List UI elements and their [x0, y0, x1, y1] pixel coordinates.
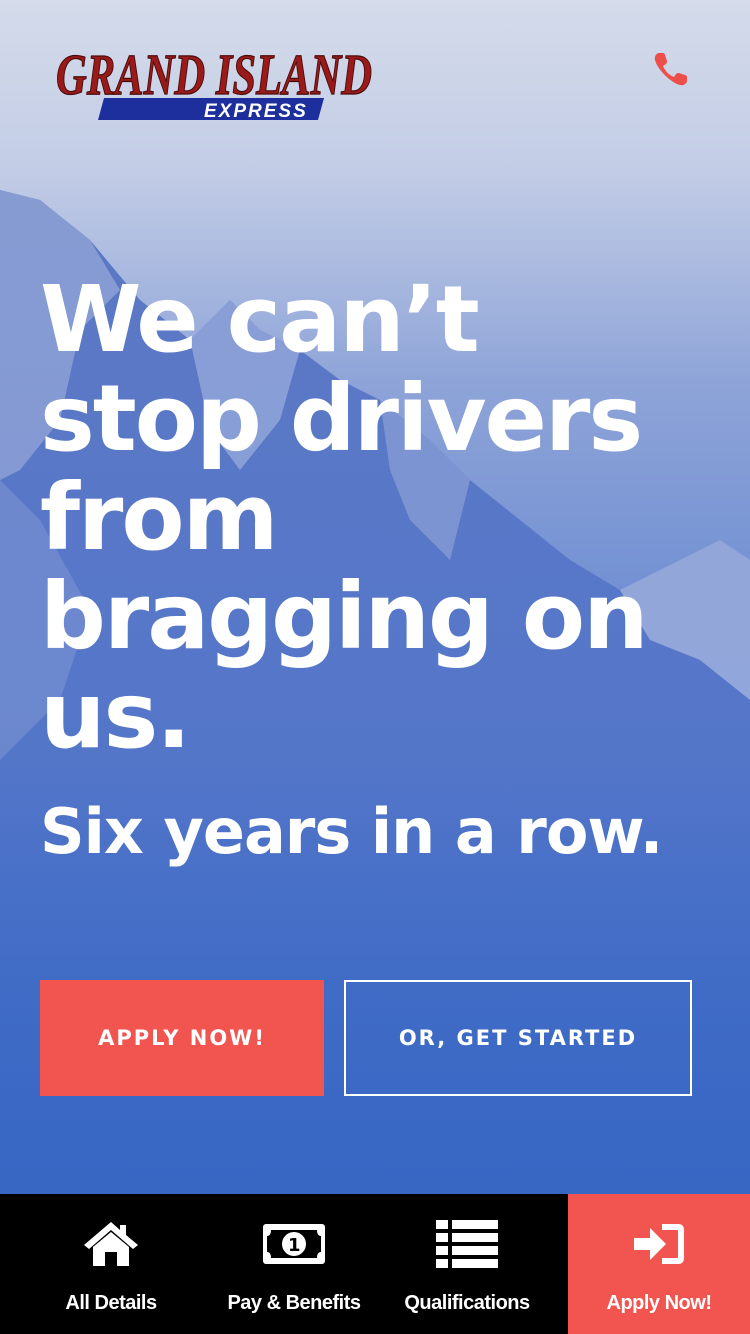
get-started-button[interactable]: OR, GET STARTED: [344, 980, 692, 1096]
svg-text:GRAND ISLAND: GRAND ISLAND: [56, 42, 372, 107]
list-icon: [436, 1218, 498, 1270]
tab-label: All Details: [65, 1292, 157, 1314]
grand-island-express-logo[interactable]: GRAND ISLAND EXPRESS: [52, 32, 382, 128]
svg-text:1: 1: [288, 1235, 300, 1256]
hero-headline: We can’t stop drivers from bragging on u…: [40, 266, 649, 769]
svg-text:EXPRESS: EXPRESS: [204, 101, 308, 122]
apply-now-button[interactable]: APPLY NOW!: [40, 980, 324, 1096]
tab-label: Pay & Benefits: [227, 1292, 361, 1314]
logo-graphic: GRAND ISLAND EXPRESS: [55, 41, 372, 122]
home-icon: [82, 1218, 140, 1270]
sign-in-icon: [632, 1218, 686, 1270]
tab-all-details[interactable]: All Details: [0, 1194, 222, 1334]
tab-qualifications[interactable]: Qualifications: [366, 1194, 568, 1334]
tab-label: Apply Now!: [606, 1292, 713, 1314]
tab-label: Qualifications: [404, 1292, 530, 1314]
tab-apply-now[interactable]: Apply Now!: [568, 1194, 750, 1334]
phone-icon[interactable]: [648, 46, 694, 92]
hero-section: GRAND ISLAND EXPRESS We can’t stop drive…: [0, 0, 750, 1194]
bottom-tab-bar: All Details 1 Pay & Benefits Qualificati…: [0, 1194, 750, 1334]
money-icon: 1: [261, 1218, 327, 1270]
hero-subheadline: Six years in a row.: [40, 795, 663, 868]
tab-pay-benefits[interactable]: 1 Pay & Benefits: [222, 1194, 366, 1334]
